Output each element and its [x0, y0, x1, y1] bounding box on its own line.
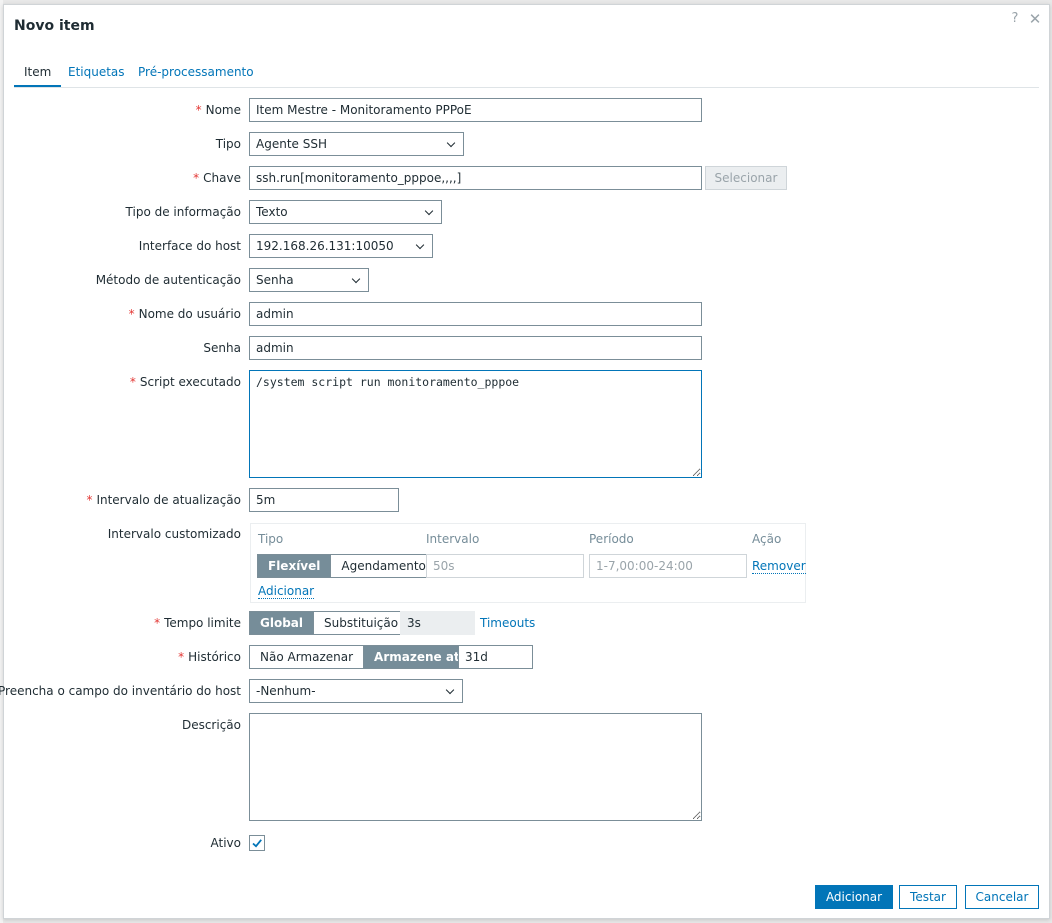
substituicao-option[interactable]: Substituição	[313, 612, 409, 634]
tab-pre-processamento[interactable]: Pré-processamento	[138, 65, 254, 85]
chave-input[interactable]: ssh.run[monitoramento_pppoe,,,,]	[249, 166, 702, 190]
col-acao-header: Ação	[752, 532, 782, 546]
inventario-select-value: -Nenhum-	[256, 684, 316, 698]
timeout-toggle: Global Substituição	[249, 611, 410, 635]
ativo-checkbox[interactable]	[249, 835, 265, 851]
tab-bar: Item Etiquetas Pré-processamento	[14, 61, 1039, 88]
adicionar-button[interactable]: Adicionar	[815, 885, 893, 909]
inventario-label: Preencha o campo do inventário do host	[0, 684, 241, 698]
nome-input[interactable]: Item Mestre - Monitoramento PPPoE	[249, 98, 702, 122]
historico-toggle: Não Armazenar Armazene até	[249, 645, 479, 669]
script-label: * Script executado	[129, 375, 241, 389]
col-tipo-header: Tipo	[258, 532, 284, 546]
col-periodo-header: Período	[589, 532, 634, 546]
cancelar-button[interactable]: Cancelar	[965, 885, 1039, 909]
global-option[interactable]: Global	[250, 612, 314, 634]
required-marker: *	[195, 103, 202, 117]
chave-label: * Chave	[193, 171, 241, 185]
intervalo-label: * Intervalo de atualização	[86, 493, 241, 507]
required-marker: *	[86, 493, 93, 507]
col-intervalo-header: Intervalo	[426, 532, 480, 546]
historico-input[interactable]: 31d	[458, 645, 533, 669]
metodo-auth-select[interactable]: Senha	[249, 268, 369, 292]
agendamento-option[interactable]: Agendamento	[330, 555, 436, 577]
tipo-select-value: Agente SSH	[256, 137, 327, 151]
tipo-info-select[interactable]: Texto	[249, 200, 442, 224]
custom-periodo-input[interactable]: 1-7,00:00-24:00	[589, 554, 747, 578]
historico-label: * Histórico	[178, 650, 241, 664]
required-marker: *	[154, 616, 161, 630]
script-textarea[interactable]: /system script run monitoramento_pppoe	[249, 370, 702, 478]
tab-item[interactable]: Item	[14, 65, 62, 87]
timeout-label: * Tempo limite	[154, 616, 241, 630]
selecionar-button[interactable]: Selecionar	[705, 166, 787, 190]
required-marker: *	[129, 375, 136, 389]
inventario-select[interactable]: -Nenhum-	[249, 679, 463, 703]
interface-select-value: 192.168.26.131:10050	[256, 239, 394, 253]
check-icon	[252, 839, 262, 848]
tipo-select[interactable]: Agente SSH	[249, 132, 464, 156]
remover-link[interactable]: Remover	[752, 559, 806, 574]
descricao-label: Descrição	[181, 718, 241, 732]
required-marker: *	[193, 171, 200, 185]
testar-button[interactable]: Testar	[899, 885, 957, 909]
metodo-auth-label: Método de autenticação	[95, 273, 241, 287]
tipo-info-label: Tipo de informação	[125, 205, 241, 219]
senha-input[interactable]: admin	[249, 336, 702, 360]
interval-type-toggle: Flexível Agendamento	[257, 554, 437, 578]
nao-armazenar-option[interactable]: Não Armazenar	[250, 646, 364, 668]
required-marker: *	[128, 307, 135, 321]
usuario-label: * Nome do usuário	[128, 307, 241, 321]
tab-etiquetas[interactable]: Etiquetas	[68, 65, 125, 85]
ativo-label: Ativo	[210, 836, 241, 850]
nome-label: * Nome	[195, 103, 241, 117]
tipo-info-select-value: Texto	[256, 205, 288, 219]
metodo-auth-select-value: Senha	[256, 273, 294, 287]
dialog-title: Novo item	[14, 18, 95, 34]
adicionar-interval-link[interactable]: Adicionar	[258, 584, 315, 599]
usuario-input[interactable]: admin	[249, 302, 702, 326]
custom-intervalo-input[interactable]: 50s	[426, 554, 584, 578]
timeout-input[interactable]: 3s	[400, 611, 475, 635]
intervalo-input[interactable]: 5m	[249, 488, 399, 512]
custom-interval-label: Intervalo customizado	[107, 527, 241, 541]
interface-select[interactable]: 192.168.26.131:10050	[249, 234, 433, 258]
question-mark-icon[interactable]: ?	[1007, 11, 1023, 27]
close-icon[interactable]: ✕	[1027, 11, 1043, 27]
flexivel-option[interactable]: Flexível	[258, 555, 331, 577]
interface-label: Interface do host	[138, 239, 241, 253]
tipo-label: Tipo	[215, 137, 241, 151]
senha-label: Senha	[203, 341, 241, 355]
timeouts-link[interactable]: Timeouts	[480, 616, 535, 630]
descricao-textarea[interactable]	[249, 713, 702, 821]
custom-interval-table: Tipo Intervalo Período Ação Flexível Age…	[250, 523, 806, 603]
required-marker: *	[178, 650, 185, 664]
item-dialog: Novo item ? ✕ Item Etiquetas Pré-process…	[0, 4, 1050, 919]
